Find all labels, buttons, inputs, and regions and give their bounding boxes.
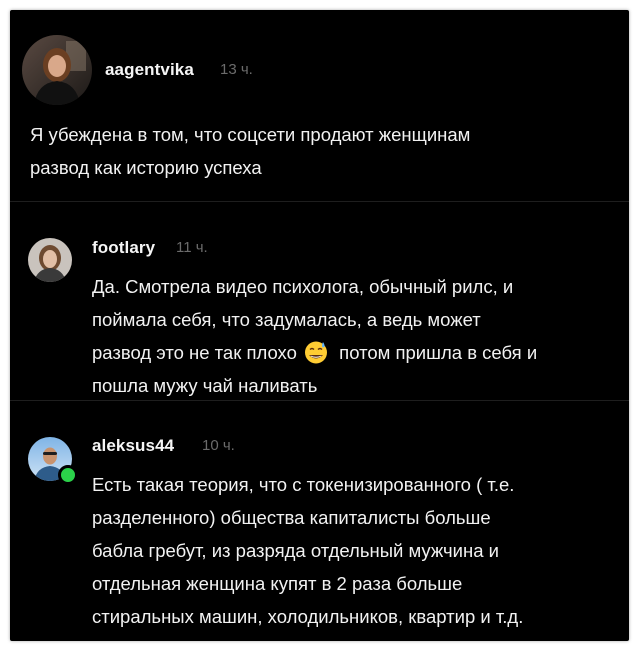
comment-line: стиральных машин, холодильников, квартир… <box>92 606 524 627</box>
username[interactable]: aagentvika <box>105 60 194 80</box>
comment-text: Я убеждена в том, что соцсети продают же… <box>30 118 470 184</box>
comment-segment: развод это не так плохо <box>92 342 297 363</box>
online-status-icon <box>58 465 78 485</box>
avatar-photo-icon <box>28 238 72 282</box>
timestamp: 11 ч. <box>176 239 208 256</box>
comment-aleksus44: aleksus44 10 ч. Есть такая теория, что с… <box>10 401 629 641</box>
username[interactable]: footlary <box>92 238 155 258</box>
comments-panel: aagentvika 13 ч. Я убеждена в том, что с… <box>10 10 629 641</box>
avatar[interactable] <box>22 35 92 105</box>
comment-line: Есть такая теория, что с токенизированно… <box>92 474 515 495</box>
comment-line: поймала себя, что задумалась, а ведь мож… <box>92 309 481 330</box>
grinning-sweat-emoji-icon <box>305 341 328 364</box>
comment-text: Есть такая теория, что с токенизированно… <box>92 468 523 633</box>
comment-line: бабла гребут, из разряда отдельный мужчи… <box>92 540 499 561</box>
comment-line: разделенного) общества капиталисты больш… <box>92 507 491 528</box>
comment-line: отдельная женщина купят в 2 раза больше <box>92 573 463 594</box>
comment-segment: потом пришла в себя и <box>339 342 538 363</box>
avatar[interactable] <box>28 238 72 282</box>
timestamp: 13 ч. <box>220 61 253 78</box>
comment-line: Я убеждена в том, что соцсети продают же… <box>30 124 471 145</box>
timestamp: 10 ч. <box>202 437 235 454</box>
comment-footlary: footlary 11 ч. Да. Смотрела видео психол… <box>10 202 629 400</box>
comment-line: развод это не так плохо потом пришла в с… <box>92 336 537 369</box>
avatar-photo-icon <box>22 35 92 105</box>
comment-aagentvika: aagentvika 13 ч. Я убеждена в том, что с… <box>10 10 629 201</box>
comment-text: Да. Смотрела видео психолога, обычный ри… <box>92 270 537 402</box>
username[interactable]: aleksus44 <box>92 436 174 456</box>
comment-line: Да. Смотрела видео психолога, обычный ри… <box>92 276 514 297</box>
comment-line: развод как историю успеха <box>30 157 262 178</box>
comment-line: пошла мужу чай наливать <box>92 375 318 396</box>
